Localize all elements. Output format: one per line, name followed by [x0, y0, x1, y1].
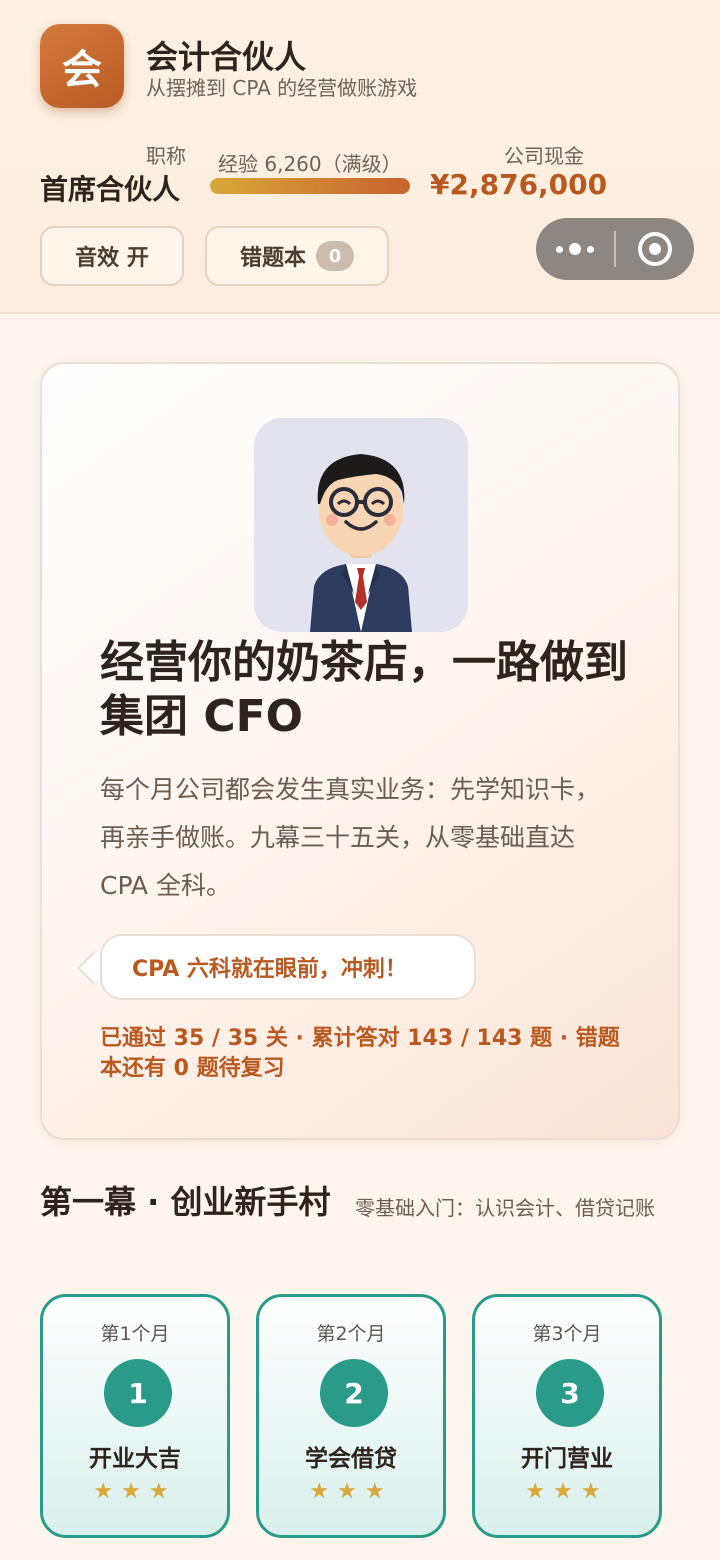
more-options-icon[interactable] [536, 218, 614, 280]
level-name: 开业大吉 [89, 1446, 181, 1472]
level-month: 第3个月 [532, 1323, 602, 1345]
experience-label: 经验 6,260（满级） [218, 152, 402, 176]
rank-value: 首席合伙人 [40, 173, 181, 206]
encouragement-bubble: CPA 六科就在眼前，冲刺！ [100, 934, 476, 1000]
mistake-count-badge: 0 [316, 241, 354, 271]
hero-title: 经营你的奶茶店，一路做到集团 CFO [100, 637, 628, 742]
cash-label: 公司现金 [504, 144, 584, 168]
mistake-book-button[interactable]: 错题本 0 [205, 226, 389, 286]
top-header: 会 会计合伙人 从摆摊到 CPA 的经营做账游戏 职称 首席合伙人 经验 6,2… [0, 0, 720, 314]
level-month: 第2个月 [316, 1323, 386, 1345]
chapter-subtitle: 零基础入门：认识会计、借贷记账 [355, 1196, 655, 1220]
cfo-avatar-illustration [254, 418, 468, 632]
mistake-book-label: 错题本 [239, 246, 306, 271]
level-number-badge: 1 [104, 1359, 172, 1427]
sound-toggle-label: 音效 开 [75, 246, 149, 271]
experience-progress-fill [210, 178, 410, 194]
encouragement-text: CPA 六科就在眼前，冲刺！ [132, 957, 407, 982]
app-subtitle: 从摆摊到 CPA 的经营做账游戏 [146, 76, 418, 100]
level-stars-icon: ★★★ [93, 1479, 177, 1504]
level-card-2[interactable]: 第2个月 2 学会借贷 ★★★ [256, 1294, 446, 1538]
cash-value: ¥2,876,000 [430, 168, 608, 201]
sound-toggle-button[interactable]: 音效 开 [40, 226, 184, 286]
level-stars-icon: ★★★ [525, 1479, 609, 1504]
rank-label: 职称 [146, 144, 186, 168]
level-number-badge: 2 [320, 1359, 388, 1427]
miniapp-capsule [536, 218, 694, 280]
progress-stats: 已通过 35 / 35 关 · 累计答对 143 / 143 题 · 错题本还有… [100, 1026, 620, 1081]
hero-description: 每个月公司都会发生真实业务：先学知识卡，再亲手做账。九幕三十五关，从零基础直达 … [100, 775, 601, 900]
cfo-character-icon [310, 454, 412, 632]
level-name: 学会借贷 [305, 1446, 397, 1472]
experience-progress-bar [210, 178, 410, 194]
level-card-3[interactable]: 第3个月 3 开门营业 ★★★ [472, 1294, 662, 1538]
level-month: 第1个月 [100, 1323, 170, 1345]
app-logo-icon: 会 [40, 24, 124, 108]
level-name: 开门营业 [521, 1446, 613, 1472]
level-card-1[interactable]: 第1个月 1 开业大吉 ★★★ [40, 1294, 230, 1538]
level-stars-icon: ★★★ [309, 1479, 393, 1504]
close-miniapp-icon[interactable] [616, 218, 694, 280]
level-number-badge: 3 [536, 1359, 604, 1427]
hero-card: 经营你的奶茶店，一路做到集团 CFO 每个月公司都会发生真实业务：先学知识卡，再… [40, 362, 680, 1140]
chapter-title: 第一幕 · 创业新手村 [40, 1183, 331, 1221]
